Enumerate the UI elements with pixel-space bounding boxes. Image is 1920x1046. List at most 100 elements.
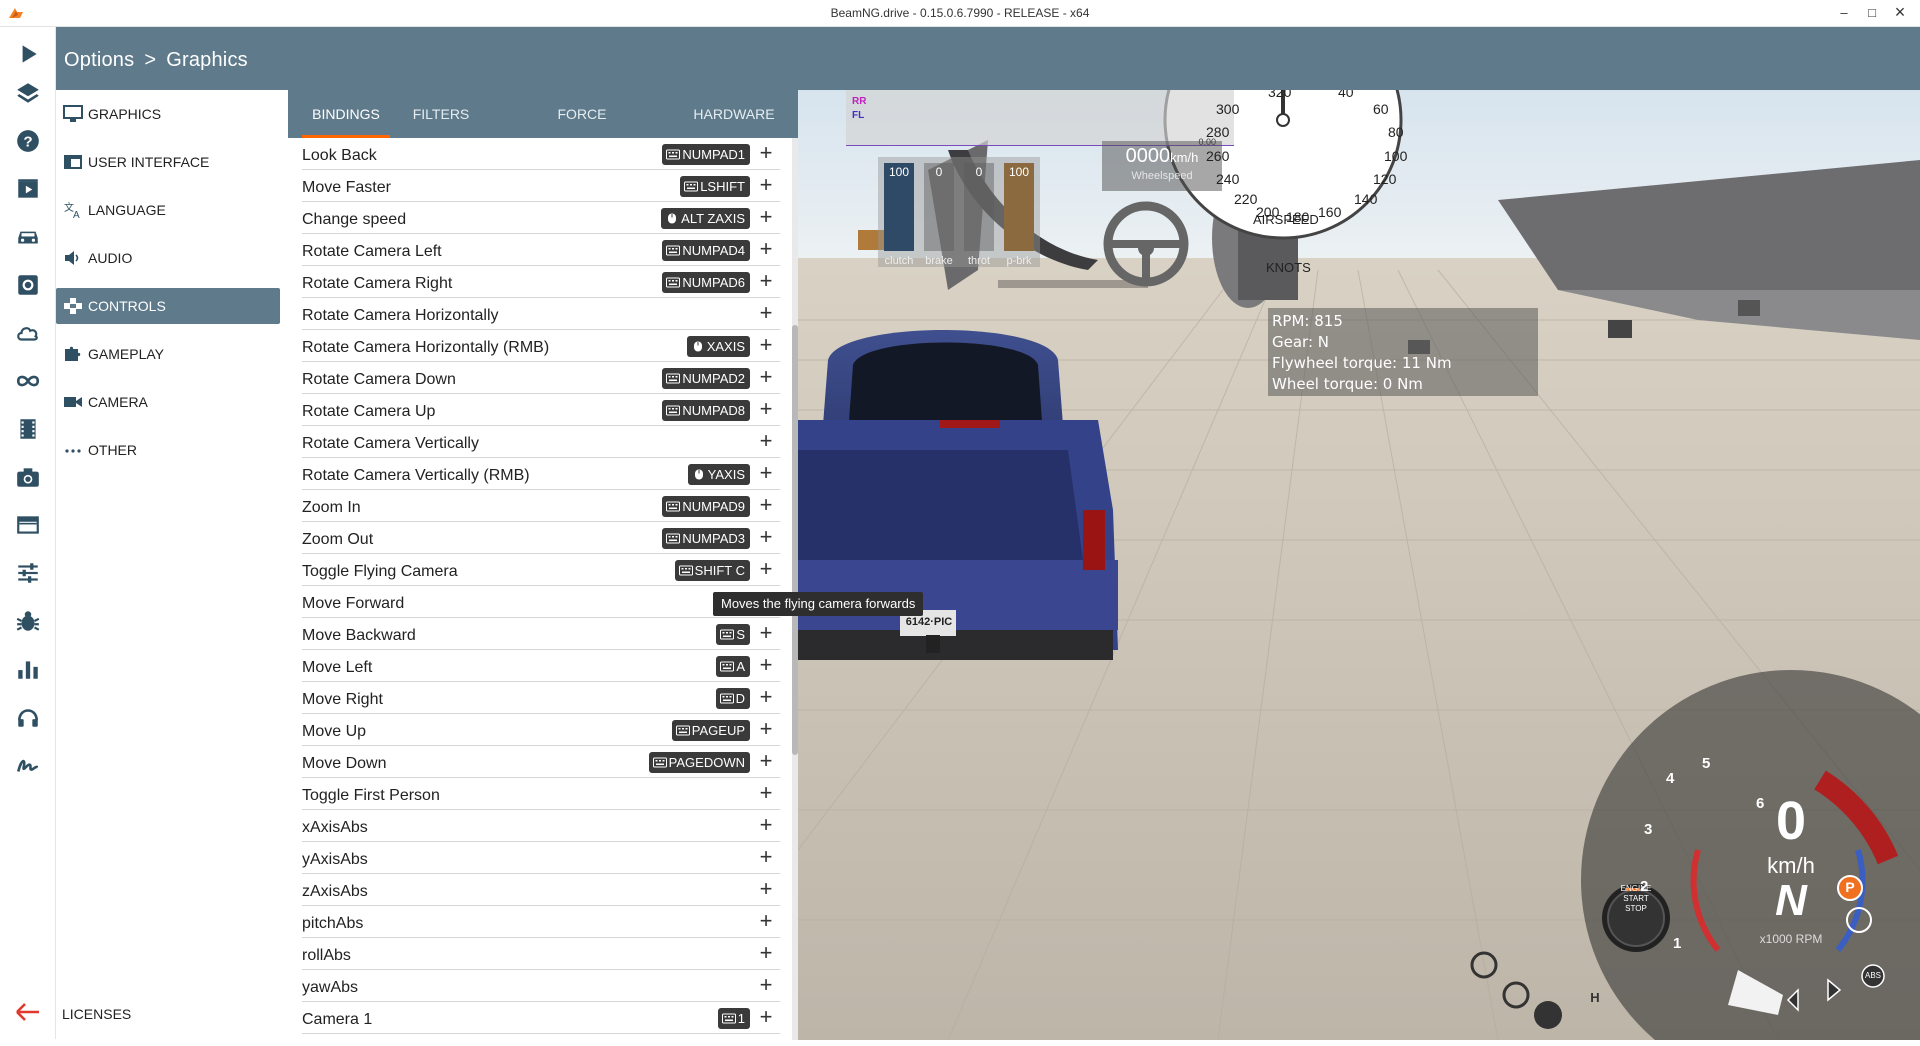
tab-force-feedback[interactable]: FORCE FEEDBACK <box>524 90 640 170</box>
add-binding-button[interactable]: + <box>756 750 776 772</box>
binding-row[interactable]: Look Back NUMPAD1 + <box>302 138 780 170</box>
breadcrumb-options[interactable]: Options <box>64 49 134 71</box>
add-binding-button[interactable]: + <box>756 206 776 228</box>
add-binding-button[interactable]: + <box>756 654 776 676</box>
add-binding-button[interactable]: + <box>756 910 776 932</box>
binding-row[interactable]: Rotate Camera Right NUMPAD6 + <box>302 266 780 298</box>
layers-icon[interactable] <box>10 75 46 111</box>
add-binding-button[interactable]: + <box>756 686 776 708</box>
category-graphics[interactable]: GRAPHICS <box>56 96 280 132</box>
binding-key-badge[interactable]: 1 <box>717 1008 750 1029</box>
stats-icon[interactable] <box>10 651 46 687</box>
binding-row[interactable]: Rotate Camera Down NUMPAD2 + <box>302 362 780 394</box>
add-binding-button[interactable]: + <box>756 718 776 740</box>
binding-key-badge[interactable]: ALT ZAXIS <box>661 208 750 229</box>
binding-key-badge[interactable]: PAGEDOWN <box>648 752 750 773</box>
add-binding-button[interactable]: + <box>756 782 776 804</box>
add-binding-button[interactable]: + <box>756 942 776 964</box>
binding-key-badge[interactable]: NUMPAD3 <box>662 528 750 549</box>
binding-row[interactable]: Rotate Camera Up NUMPAD8 + <box>302 394 780 426</box>
binding-row[interactable]: Rotate Camera Horizontally + <box>302 298 780 330</box>
binding-key-badge[interactable]: NUMPAD4 <box>662 240 750 261</box>
binding-row[interactable]: Camera 1 1 + <box>302 1002 780 1034</box>
binding-row[interactable]: yAxisAbs + <box>302 842 780 874</box>
add-binding-button[interactable]: + <box>756 398 776 420</box>
help-icon[interactable]: ? <box>10 123 46 159</box>
binding-row[interactable]: Move Left A + <box>302 650 780 682</box>
binding-row[interactable]: Rotate Camera Horizontally (RMB) XAXIS + <box>302 330 780 362</box>
add-binding-button[interactable]: + <box>756 622 776 644</box>
binding-key-badge[interactable]: D <box>715 688 750 709</box>
camera-icon[interactable] <box>10 459 46 495</box>
binding-key-badge[interactable]: NUMPAD2 <box>662 368 750 389</box>
add-binding-button[interactable]: + <box>756 974 776 996</box>
binding-row[interactable]: pitchAbs + <box>302 906 780 938</box>
binding-key-badge[interactable]: A <box>716 656 750 677</box>
headphones-icon[interactable] <box>10 699 46 735</box>
add-binding-button[interactable]: + <box>756 878 776 900</box>
binding-row[interactable]: Change speed ALT ZAXIS + <box>302 202 780 234</box>
game-viewport[interactable]: RR FL 0.00 100 clutch 0 brake 0 throt 100 p-brk… <box>798 90 1920 1040</box>
binding-row[interactable]: Rotate Camera Vertically + <box>302 426 780 458</box>
binding-row[interactable]: Zoom Out NUMPAD3 + <box>302 522 780 554</box>
binding-key-badge[interactable]: XAXIS <box>686 336 750 357</box>
binding-row[interactable]: Toggle First Person + <box>302 778 780 810</box>
cloud-icon[interactable] <box>10 315 46 351</box>
binding-key-badge[interactable]: NUMPAD9 <box>662 496 750 517</box>
binding-key-badge[interactable]: LSHIFT <box>680 176 750 197</box>
add-binding-button[interactable]: + <box>756 1006 776 1028</box>
signature-icon[interactable] <box>10 747 46 783</box>
binding-row[interactable]: Rotate Camera Vertically (RMB) YAXIS + <box>302 458 780 490</box>
binding-row[interactable]: Toggle Flying Camera SHIFT C + <box>302 554 780 586</box>
category-other[interactable]: OTHER <box>56 432 280 468</box>
binding-row[interactable]: Move Up PAGEUP + <box>302 714 780 746</box>
sliders-icon[interactable] <box>10 555 46 591</box>
category-camera[interactable]: CAMERA <box>56 384 280 420</box>
bug-icon[interactable] <box>10 603 46 639</box>
category-audio[interactable]: AUDIO <box>56 240 280 276</box>
binding-key-badge[interactable]: NUMPAD1 <box>662 144 750 165</box>
binding-key-badge[interactable]: NUMPAD6 <box>662 272 750 293</box>
binding-key-badge[interactable]: S <box>716 624 750 645</box>
licenses-link[interactable]: LICENSES <box>62 1006 131 1022</box>
add-binding-button[interactable]: + <box>756 142 776 164</box>
replay-icon[interactable] <box>10 171 46 207</box>
binding-row[interactable]: yawAbs + <box>302 970 780 1002</box>
maximize-button[interactable]: □ <box>1858 0 1886 27</box>
minimize-button[interactable]: – <box>1830 0 1858 27</box>
binding-row[interactable]: Move ForwardW+ <box>302 586 780 618</box>
category-language[interactable]: 文A LANGUAGE <box>56 192 280 228</box>
binding-row[interactable]: Move Backward S + <box>302 618 780 650</box>
binding-key-badge[interactable]: SHIFT C <box>674 560 750 581</box>
binding-row[interactable]: Move Down PAGEDOWN + <box>302 746 780 778</box>
vehicle-icon[interactable] <box>10 219 46 255</box>
film-icon[interactable] <box>10 411 46 447</box>
back-arrow-icon[interactable] <box>10 994 46 1030</box>
add-binding-button[interactable]: + <box>756 430 776 452</box>
add-binding-button[interactable]: + <box>756 238 776 260</box>
add-binding-button[interactable]: + <box>756 302 776 324</box>
category-user-interface[interactable]: USER INTERFACE <box>56 144 280 180</box>
binding-row[interactable]: zAxisAbs + <box>302 874 780 906</box>
play-icon[interactable] <box>10 36 46 72</box>
engine-start-stop-button[interactable]: ENGINE START STOP <box>1612 884 1660 914</box>
binding-key-badge[interactable]: PAGEUP <box>671 720 750 741</box>
tab-hardware[interactable]: HARDWARE <box>692 90 776 138</box>
add-binding-button[interactable]: + <box>756 270 776 292</box>
binding-row[interactable]: rollAbs + <box>302 938 780 970</box>
add-binding-button[interactable]: + <box>756 174 776 196</box>
add-binding-button[interactable]: + <box>756 494 776 516</box>
settings-icon[interactable] <box>10 267 46 303</box>
add-binding-button[interactable]: + <box>756 526 776 548</box>
add-binding-button[interactable]: + <box>756 334 776 356</box>
binding-key-badge[interactable]: YAXIS <box>687 464 750 485</box>
binding-row[interactable]: Move Right D + <box>302 682 780 714</box>
category-controls[interactable]: CONTROLS <box>56 288 280 324</box>
add-binding-button[interactable]: + <box>756 558 776 580</box>
binding-row[interactable]: xAxisAbs + <box>302 810 780 842</box>
add-binding-button[interactable]: + <box>756 814 776 836</box>
binding-row[interactable]: Move Faster LSHIFT + <box>302 170 780 202</box>
infinity-icon[interactable] <box>10 363 46 399</box>
tab-bindings[interactable]: BINDINGS <box>302 90 390 138</box>
binding-row[interactable]: Zoom In NUMPAD9 + <box>302 490 780 522</box>
